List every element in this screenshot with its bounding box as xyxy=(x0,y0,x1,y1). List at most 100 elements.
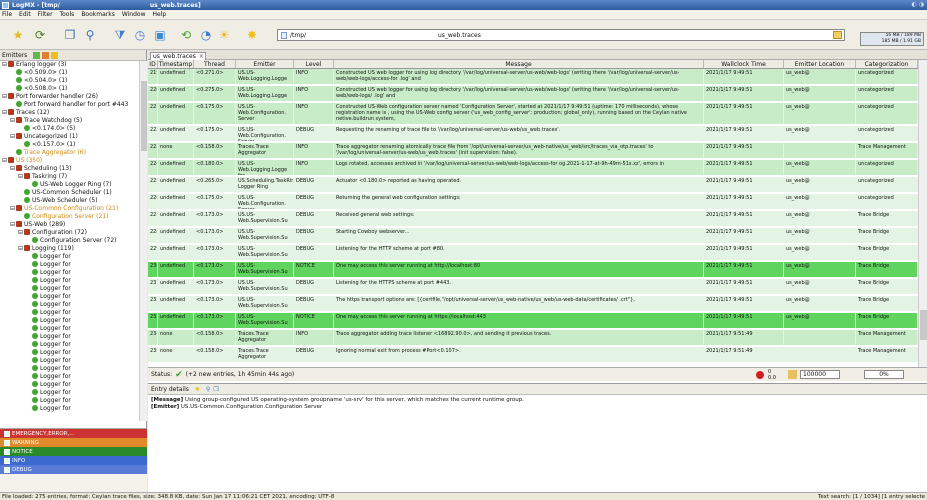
alert-icon[interactable] xyxy=(756,371,764,379)
tree-item[interactable]: Logger for xyxy=(26,269,71,277)
menu-window[interactable]: Window xyxy=(122,11,146,18)
column-header[interactable]: Emitter Location xyxy=(784,60,856,68)
column-header[interactable]: Emitter xyxy=(236,60,294,68)
tree-item[interactable]: ⊟ Port forwarder handler (26) xyxy=(2,93,98,101)
tree-item[interactable]: <0.157.0> (1) xyxy=(18,141,75,149)
column-header[interactable]: Timestamp xyxy=(158,60,194,68)
tree-item[interactable]: Logger for xyxy=(26,261,71,269)
table-row[interactable]: 227undefined<0.173.0>US.US-Web.Supervisi… xyxy=(148,211,918,227)
level-checkbox[interactable] xyxy=(4,466,10,473)
tree-item[interactable]: Logger for xyxy=(26,389,71,397)
column-header[interactable]: Level xyxy=(294,60,334,68)
table-row[interactable]: 219undefined<0.271.0>US.US-Web.Logging.L… xyxy=(148,69,918,85)
table-row[interactable]: 221undefined<0.175.0>US.US-Web.Configura… xyxy=(148,103,918,125)
table-row[interactable]: 228undefined<0.173.0>US.US-Web.Supervisi… xyxy=(148,228,918,244)
level-checkbox[interactable] xyxy=(4,430,10,437)
table-row[interactable]: 231undefined<0.173.0>US.US-Web.Supervisi… xyxy=(148,279,918,295)
table-row[interactable]: 224undefined<0.180.0>US.US-Web.Logging.L… xyxy=(148,160,918,176)
clock-icon[interactable]: ◔ xyxy=(198,27,214,43)
auto-refresh-icon[interactable]: ⟲ xyxy=(178,27,194,43)
tree-item[interactable]: Logger for xyxy=(26,357,71,365)
tree-item[interactable]: ⊟ Traces (12) xyxy=(2,109,49,117)
tree-item[interactable]: US-Common Scheduler (1) xyxy=(18,189,112,197)
level-filter-item[interactable]: INFO xyxy=(0,456,147,465)
tree-item[interactable]: Trace Aggregator (6) xyxy=(10,149,86,157)
level-checkbox[interactable] xyxy=(4,457,10,464)
menu-edit[interactable]: Edit xyxy=(19,11,31,18)
tree-item[interactable]: ⊟ Logging (119) xyxy=(18,245,74,253)
menu-bookmarks[interactable]: Bookmarks xyxy=(81,11,115,18)
table-row[interactable]: 225undefined<0.265.0>US.Scheduling.TaskR… xyxy=(148,177,918,193)
expand-all-icon[interactable] xyxy=(33,51,41,59)
search-icon[interactable]: ⚲ xyxy=(206,386,210,393)
tree-item[interactable]: <0.174.0> (5) xyxy=(18,125,75,133)
tree-item[interactable]: US-Web Scheduler (5) xyxy=(18,197,98,205)
copy-icon[interactable]: ❐ xyxy=(62,27,78,43)
column-header[interactable]: ID xyxy=(148,60,158,68)
level-filter-item[interactable]: NOTICE xyxy=(0,447,147,456)
menu-tools[interactable]: Tools xyxy=(60,11,75,18)
tree-item[interactable]: Logger for xyxy=(26,293,71,301)
tree-item[interactable]: Logger for xyxy=(26,277,71,285)
tree-scrollbar[interactable] xyxy=(139,61,147,421)
column-header[interactable]: Wallclock Time xyxy=(704,60,784,68)
window-controls[interactable]: ◐ ◑ xyxy=(911,1,924,8)
level-filter-item[interactable]: WARNING xyxy=(0,438,147,447)
tree-item[interactable]: Logger for xyxy=(26,309,71,317)
table-row[interactable]: 226undefined<0.175.0>US.US-Web.Configura… xyxy=(148,194,918,210)
table-scrollbar[interactable] xyxy=(918,60,927,367)
table-scroll-thumb[interactable] xyxy=(920,310,927,340)
tab-us-web-traces[interactable]: us_web.traces × xyxy=(150,52,206,60)
table-row[interactable]: 230undefined<0.173.0>US.US-Web.Supervisi… xyxy=(148,262,918,278)
entries-limit-field[interactable]: 100000 xyxy=(800,370,840,379)
tree-item[interactable]: Logger for xyxy=(26,325,71,333)
column-header[interactable]: Message xyxy=(334,60,704,68)
tree-item[interactable]: ⊟ Scheduling (13) xyxy=(10,165,71,173)
tree-item[interactable]: Logger for xyxy=(26,373,71,381)
tree-item[interactable]: Logger for xyxy=(26,341,71,349)
time-filter-icon[interactable]: ◷ xyxy=(132,27,148,43)
menu-file[interactable]: File xyxy=(2,11,12,18)
tree-item[interactable]: Logger for xyxy=(26,253,71,261)
table-row[interactable]: 220undefined<0.275.0>US.US-Web.Logging.L… xyxy=(148,86,918,102)
tree-item[interactable]: Logger for xyxy=(26,365,71,373)
table-row[interactable]: 223none<0.158.0>Traces.Trace AggregatorI… xyxy=(148,143,918,159)
tree-item[interactable]: Configuration Server (72) xyxy=(26,237,117,245)
highlight-icon[interactable]: ✸ xyxy=(195,386,200,393)
open-file-icon[interactable]: ★ xyxy=(10,27,26,43)
refresh-icon[interactable]: ⟳ xyxy=(32,27,48,43)
file-path-field[interactable]: /tmp/ us_web.traces xyxy=(277,29,845,41)
tree-item[interactable]: Port forward handler for port #443 xyxy=(10,101,128,109)
tree-item[interactable]: ⊟ US-Common Configuration (21) xyxy=(10,205,118,213)
tree-item[interactable]: <0.508.0> (1) xyxy=(10,85,67,93)
tree-item[interactable]: ⊟ Configuration (72) xyxy=(18,229,87,237)
tree-item[interactable]: Logger for xyxy=(26,397,71,405)
close-icon[interactable]: × xyxy=(199,53,204,60)
tree-item[interactable]: ⊟ Taskring (7) xyxy=(18,173,67,181)
search-icon[interactable]: ⚲ xyxy=(82,27,98,43)
column-header[interactable]: Thread xyxy=(194,60,236,68)
log-table[interactable]: 219undefined<0.271.0>US.US-Web.Logging.L… xyxy=(148,69,918,367)
tree-item[interactable]: US-Web Logger Ring (7) xyxy=(26,181,112,189)
tree-item[interactable]: Logger for xyxy=(26,333,71,341)
tree-item[interactable]: Logger for xyxy=(26,285,71,293)
tree-item[interactable]: Configuration Server (21) xyxy=(18,213,109,221)
emitter-tree[interactable]: ⊟ Erlang logger (3) <0.509.0> (1) <0.504.0>… xyxy=(0,61,139,421)
level-checkbox[interactable] xyxy=(4,439,10,446)
table-row[interactable]: 234none<0.158.0>Traces.Trace AggregatorI… xyxy=(148,330,918,346)
highlight-icon[interactable]: ✸ xyxy=(244,27,260,43)
column-header[interactable]: Categorization xyxy=(856,60,918,68)
level-filter-item[interactable]: DEBUG xyxy=(0,465,147,474)
table-row[interactable]: 233undefined<0.173.0>US.US-Web.Supervisi… xyxy=(148,313,918,329)
collapse-all-icon[interactable] xyxy=(42,51,50,59)
table-row[interactable]: 235none<0.158.0>Traces.Trace AggregatorD… xyxy=(148,347,918,363)
level-filter-item[interactable]: EMERGENCY,ERROR,... xyxy=(0,429,147,438)
settings-icon[interactable]: ☀ xyxy=(216,27,232,43)
tree-item[interactable]: Logger for xyxy=(26,317,71,325)
table-row[interactable]: 222undefined<0.175.0>US.US-Web.Configura… xyxy=(148,126,918,142)
menu-filter[interactable]: Filter xyxy=(38,11,53,18)
tree-item[interactable]: ⊟ US-Web (289) xyxy=(10,221,65,229)
filter-icon[interactable]: ⧩ xyxy=(112,27,128,43)
tree-scroll-thumb[interactable] xyxy=(141,81,147,151)
tree-item[interactable]: Logger for xyxy=(26,349,71,357)
